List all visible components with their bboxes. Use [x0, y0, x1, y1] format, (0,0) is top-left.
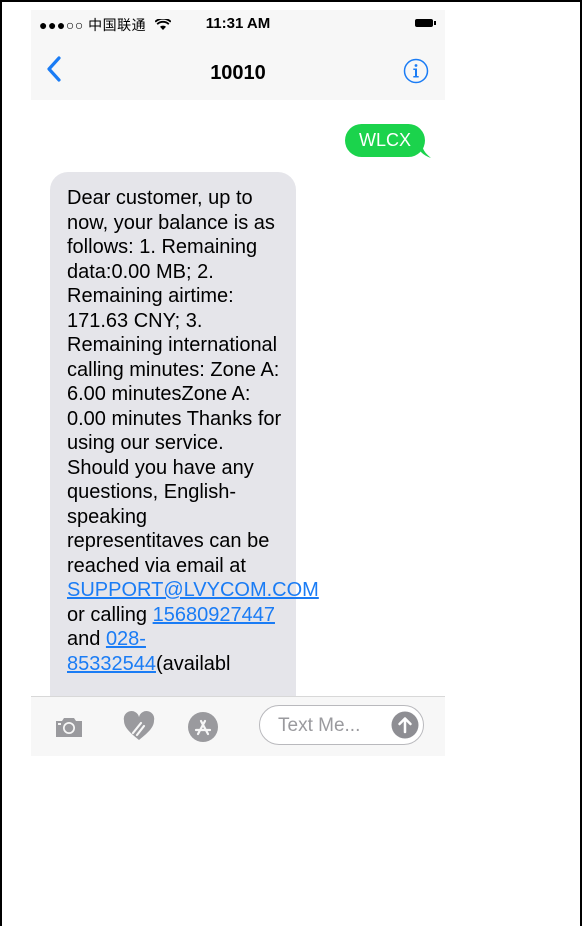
send-arrow-icon[interactable]: [391, 711, 419, 739]
sent-bubble-tail: [417, 144, 431, 158]
app-store-icon[interactable]: [187, 711, 219, 743]
sent-message-bubble[interactable]: WLCX: [344, 124, 425, 157]
phone-screen: ●●●○○ 中国联通 11:31 AM 10010 WLCX Dear cust…: [31, 10, 445, 756]
message-body-3: and: [67, 628, 106, 650]
frame-left-border: [0, 0, 2, 926]
message-placeholder: Text Me...: [278, 715, 361, 736]
battery-icon: [415, 19, 436, 27]
message-body-4: (availabl: [155, 652, 231, 675]
camera-icon[interactable]: [53, 711, 85, 743]
received-message-text: Dear customer, up to now, your balance i…: [67, 186, 319, 676]
message-thread[interactable]: WLCX Dear customer, up to now, your bala…: [31, 100, 445, 732]
frame-top-border: [0, 0, 582, 2]
support-email-link[interactable]: SUPPORT@LVYCOM.COM: [67, 579, 319, 601]
status-time: 11:31 AM: [205, 15, 271, 32]
navigation-bar: 10010: [31, 36, 445, 101]
digital-touch-icon[interactable]: [123, 711, 155, 743]
message-input-bar: Text Me...: [31, 696, 445, 756]
received-message-bubble[interactable]: Dear customer, up to now, your balance i…: [50, 172, 319, 732]
status-bar: ●●●○○ 中国联通 11:31 AM: [31, 10, 445, 36]
message-text-field[interactable]: Text Me...: [259, 705, 424, 745]
message-body-2: or calling: [67, 603, 153, 626]
info-button[interactable]: [403, 58, 429, 84]
conversation-title: 10010: [210, 62, 266, 84]
phone-link-1[interactable]: 15680927447: [153, 604, 275, 626]
message-body-1: Dear customer, up to now, your balance i…: [67, 187, 282, 577]
